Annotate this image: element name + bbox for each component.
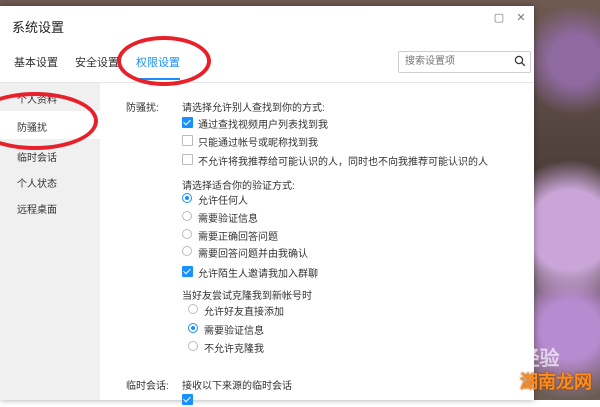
radio-button[interactable] bbox=[188, 341, 198, 351]
temp-session-prompt: 接收以下来源的临时会话 bbox=[182, 381, 292, 392]
verify-option-label: 需要验证信息 bbox=[198, 214, 258, 225]
checkbox[interactable] bbox=[182, 266, 193, 277]
radio-button[interactable] bbox=[182, 229, 192, 239]
checkbox[interactable] bbox=[182, 117, 193, 128]
annotation-circle-tab bbox=[117, 36, 211, 86]
clone-option-label: 需要验证信息 bbox=[204, 326, 264, 337]
group-invite-label: 允许陌生人邀请我加入群聊 bbox=[198, 269, 318, 280]
tab-basic-settings[interactable]: 基本设置 bbox=[14, 54, 58, 70]
radio-button[interactable] bbox=[182, 193, 192, 203]
radio-button[interactable] bbox=[188, 304, 198, 314]
title-bar: 系统设置 ▢ ✕ bbox=[0, 6, 534, 40]
sidebar-item-temp-session[interactable]: 临时会话 bbox=[17, 149, 57, 164]
settings-window: 系统设置 ▢ ✕ 基本设置 安全设置 权限设置 个人资料 防骚扰 临时会话 个人… bbox=[0, 6, 534, 405]
anti-harass-section-label: 防骚扰: bbox=[126, 103, 159, 114]
clone-option-label: 不允许克隆我 bbox=[204, 344, 264, 355]
verify-option-label: 允许任何人 bbox=[198, 196, 248, 207]
restore-icon[interactable]: ▢ bbox=[492, 11, 506, 25]
sidebar-item-status[interactable]: 个人状态 bbox=[17, 175, 57, 190]
find-option-label: 只能通过帐号或昵称找到我 bbox=[198, 138, 318, 149]
find-prompt: 请选择允许别人查找到你的方式: bbox=[182, 103, 325, 114]
tab-security-settings[interactable]: 安全设置 bbox=[75, 54, 119, 70]
temp-session-section-label: 临时会话: bbox=[126, 381, 169, 392]
watermark-text: Bai bbox=[470, 348, 502, 370]
friend-clone-prompt: 当好友尝试克隆我到新帐号时 bbox=[182, 291, 312, 302]
radio-button[interactable] bbox=[182, 211, 192, 221]
radio-button[interactable] bbox=[188, 323, 198, 333]
find-option-label: 不允许将我推荐给可能认识的人，同时也不向我推荐可能认识的人 bbox=[198, 157, 488, 168]
close-icon[interactable]: ✕ bbox=[514, 11, 528, 25]
watermark-text-2: 经验 bbox=[519, 348, 560, 370]
window-title: 系统设置 bbox=[12, 20, 65, 35]
find-option-label: 通过查找视频用户列表找到我 bbox=[198, 120, 328, 131]
verify-option-label: 需要回答问题并由我确认 bbox=[198, 249, 308, 260]
clone-option-label: 允许好友直接添加 bbox=[204, 307, 284, 318]
sidebar-item-remote-desktop[interactable]: 远程桌面 bbox=[17, 201, 57, 216]
verify-option-label: 需要正确回答问题 bbox=[198, 232, 278, 243]
search-input[interactable] bbox=[399, 52, 515, 70]
search-icon[interactable] bbox=[514, 55, 526, 67]
radio-button[interactable] bbox=[182, 246, 192, 256]
settings-content: 防骚扰: 请选择允许别人查找到你的方式: 通过查找视频用户列表找到我 只能通过帐… bbox=[100, 83, 534, 405]
checkbox[interactable] bbox=[182, 135, 193, 146]
verify-prompt: 请选择适合你的验证方式: bbox=[182, 181, 295, 192]
corner-logo: 湖南龙网 bbox=[520, 372, 592, 392]
tab-bar: 基本设置 安全设置 权限设置 bbox=[0, 46, 534, 83]
checkbox[interactable] bbox=[182, 154, 193, 165]
settings-search[interactable] bbox=[398, 51, 531, 73]
